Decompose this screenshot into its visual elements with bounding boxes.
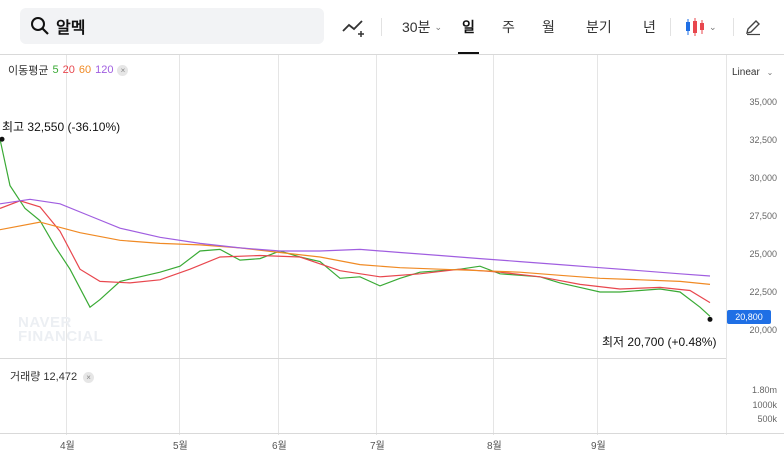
volume-label: 거래량 12,472 <box>10 371 78 383</box>
x-tick: 8월 <box>487 441 502 452</box>
legend-ma-20: 20 <box>62 64 75 76</box>
scale-mode-label: Linear <box>732 67 760 78</box>
y-tick: 25,000 <box>749 249 777 259</box>
y-tick: 22,500 <box>749 287 777 297</box>
x-tick: 9월 <box>591 441 606 452</box>
close-icon[interactable]: × <box>83 372 95 383</box>
volume-legend: 거래량 12,472 × <box>10 368 95 384</box>
y-tick: 35,000 <box>749 97 777 107</box>
volume-tick: 1000k <box>752 400 777 410</box>
low-annotation: 최저 20,700 (+0.48%) <box>602 335 717 349</box>
y-tick: 27,500 <box>749 211 777 221</box>
y-tick: 30,000 <box>749 173 777 183</box>
ma-60-line <box>0 221 711 285</box>
y-tick: 20,000 <box>749 325 777 335</box>
x-tick: 4월 <box>60 441 75 452</box>
x-tick: 5월 <box>173 441 188 452</box>
x-tick: 6월 <box>272 441 287 452</box>
legend-ma-5: 5 <box>52 64 59 76</box>
close-icon[interactable]: × <box>117 64 129 76</box>
high-marker <box>0 136 5 142</box>
legend-ma-120: 120 <box>95 64 114 76</box>
chevron-down-icon: ⌄ <box>766 68 774 77</box>
ma-5-line <box>0 139 711 317</box>
x-tick: 7월 <box>370 441 385 452</box>
legend-ma-60: 60 <box>78 64 92 76</box>
moving-average-legend: 이동평균 5 20 60 120 × <box>8 62 129 78</box>
current-price-badge: 20,800 <box>727 310 771 324</box>
y-axis: 35,000 32,500 30,000 27,500 25,000 22,50… <box>726 55 784 435</box>
high-annotation: 최고 32,550 (-36.10%) <box>2 120 121 134</box>
volume-divider <box>0 358 726 359</box>
legend-title: 이동평균 <box>8 65 49 77</box>
x-axis-line <box>0 433 784 434</box>
scale-mode-dropdown[interactable]: Linear ⌄ <box>732 67 773 78</box>
volume-tick: 1.80m <box>751 385 777 395</box>
low-marker <box>707 316 713 322</box>
y-tick: 32,500 <box>749 135 777 145</box>
volume-tick: 500k <box>757 414 777 424</box>
ma-20-line <box>0 200 711 304</box>
